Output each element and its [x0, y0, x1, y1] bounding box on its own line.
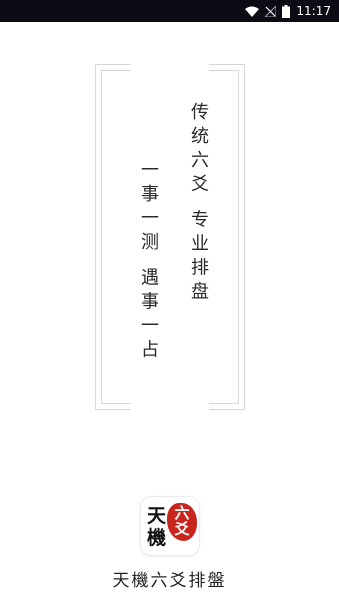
status-time: 11:17 — [296, 4, 331, 18]
status-bar: 11:17 — [0, 0, 339, 22]
app-logo-icon: 天 機 六 爻 — [141, 497, 199, 555]
logo-char-1: 天 — [147, 505, 167, 527]
logo-char-2: 機 — [147, 527, 167, 549]
slogan-line-1: 传统六爻 专业排盘 — [188, 102, 209, 306]
app-name: 天機六爻排盤 — [112, 571, 227, 591]
decorative-frame — [95, 64, 245, 410]
slogan-line-2: 一事一测 遇事一占 — [138, 160, 159, 364]
signal-off-icon — [265, 5, 277, 17]
battery-icon — [282, 4, 291, 18]
seal-char-2: 爻 — [174, 520, 190, 538]
seal-stamp: 六 爻 — [167, 503, 197, 541]
wifi-icon — [245, 6, 260, 17]
